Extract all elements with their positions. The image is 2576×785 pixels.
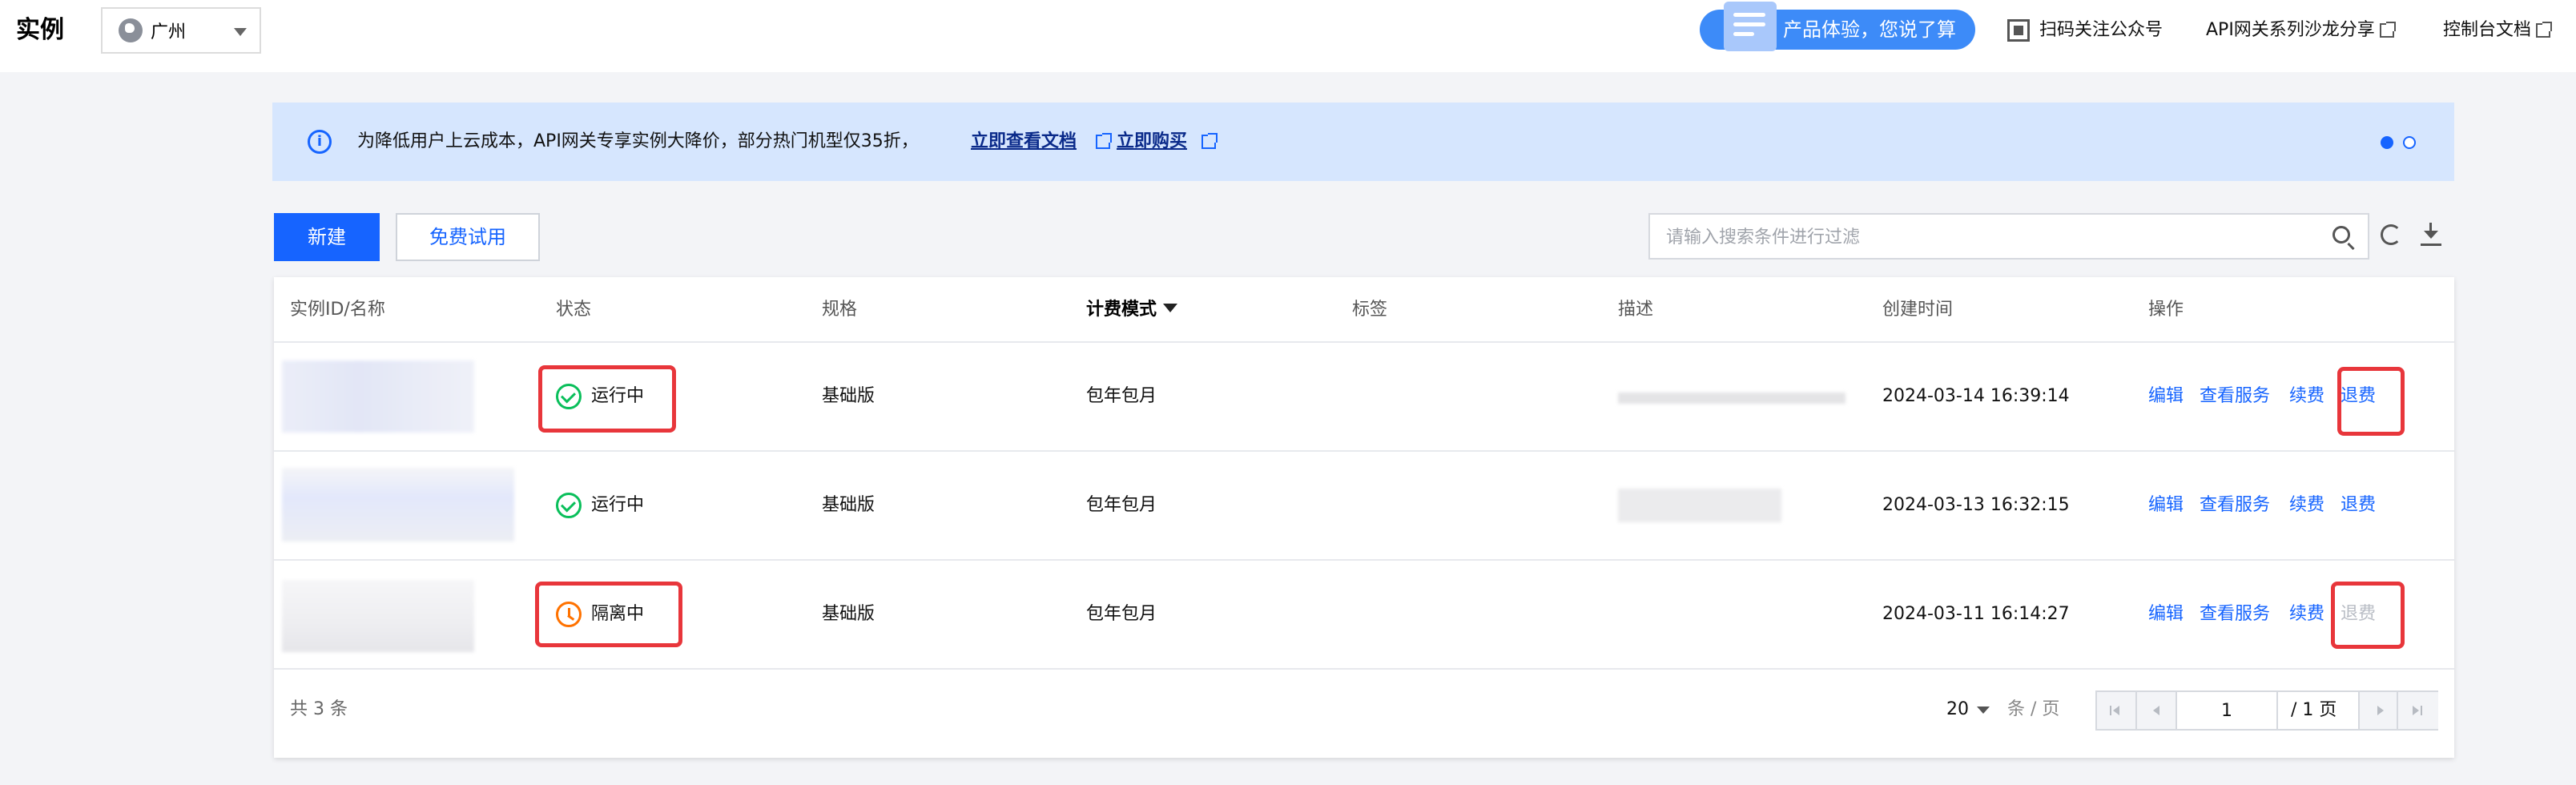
- external-link-icon: [1096, 133, 1112, 149]
- status-label: 运行中: [591, 495, 645, 515]
- salon-share-label: API网关系列沙龙分享: [2206, 20, 2375, 40]
- globe-icon: [119, 18, 143, 42]
- page-size-value: 20: [1946, 699, 1969, 719]
- redacted-description: [1618, 392, 1845, 404]
- chevron-down-icon: [234, 28, 247, 36]
- search-box: [1648, 213, 2369, 260]
- follow-wechat-link[interactable]: 扫码关注公众号: [2007, 16, 2163, 45]
- spec-cell: 基础版: [822, 386, 875, 406]
- edit-link[interactable]: 编辑: [2148, 561, 2184, 668]
- refresh-icon[interactable]: [2381, 224, 2401, 245]
- external-link-icon: [2536, 22, 2553, 38]
- view-service-link[interactable]: 查看服务: [2200, 452, 2270, 559]
- buy-now-link[interactable]: 立即购买: [1117, 103, 1187, 181]
- status-cell: 运行中: [556, 452, 644, 559]
- highlight-box: [538, 365, 676, 433]
- billing-cell: 包年包月: [1086, 495, 1157, 515]
- column-header-billing-label: 计费模式: [1086, 300, 1157, 320]
- table-row: 运行中 基础版 包年包月 2024-03-13 16:32:15 编辑 查看服务…: [274, 452, 2454, 559]
- highlight-box: [535, 582, 682, 647]
- renew-link[interactable]: 续费: [2289, 561, 2324, 668]
- carousel-dot[interactable]: [2403, 136, 2416, 149]
- highlight-box: [2331, 582, 2405, 649]
- filter-icon[interactable]: [1163, 303, 1178, 312]
- info-icon: i: [308, 130, 332, 154]
- qrcode-icon: [2007, 19, 2030, 42]
- refund-link[interactable]: 退费: [2341, 452, 2376, 559]
- document-icon: [1724, 2, 1777, 51]
- total-pages: / 1 页: [2291, 700, 2337, 720]
- feedback-button-label: 产品体验，您说了算: [1783, 18, 1956, 41]
- renew-link[interactable]: 续费: [2289, 452, 2324, 559]
- banner-text: 为降低用户上云成本，API网关专享实例大降价，部分热门机型仅35折，: [357, 131, 919, 151]
- search-input[interactable]: [1666, 223, 2291, 252]
- page-size-select[interactable]: 20: [1946, 670, 1990, 750]
- console-docs-label: 控制台文档: [2443, 20, 2532, 40]
- created-cell: 2024-03-14 16:39:14: [1882, 386, 2070, 406]
- per-page-label: 条 / 页: [2007, 699, 2060, 719]
- redacted-instance-id: [282, 580, 474, 652]
- next-page-button[interactable]: [2358, 692, 2398, 729]
- redacted-description: [1618, 489, 1781, 522]
- column-header-billing[interactable]: 计费模式: [1086, 277, 1178, 343]
- region-select[interactable]: 广州: [101, 7, 261, 54]
- salon-share-link[interactable]: API网关系列沙龙分享: [2206, 16, 2396, 45]
- external-link-icon: [2379, 22, 2396, 38]
- created-cell: 2024-03-13 16:32:15: [1882, 495, 2070, 515]
- table-footer: 共 3 条 20 条 / 页 / 1 页: [274, 670, 2454, 758]
- top-bar: [0, 0, 2576, 72]
- search-icon[interactable]: [2332, 226, 2350, 244]
- instance-table: 实例ID/名称 状态 规格 计费模式 标签 描述 创建时间 操作 运行中 基础版…: [274, 277, 2454, 758]
- prev-page-button[interactable]: [2137, 692, 2177, 729]
- page-title: 实例: [16, 16, 64, 44]
- external-link-icon: [1201, 133, 1218, 149]
- page-number-input[interactable]: [2177, 692, 2278, 729]
- view-docs-link[interactable]: 立即查看文档: [971, 103, 1077, 181]
- billing-cell: 包年包月: [1086, 386, 1157, 406]
- edit-link[interactable]: 编辑: [2148, 343, 2184, 450]
- first-page-button[interactable]: [2097, 692, 2137, 729]
- view-service-link[interactable]: 查看服务: [2200, 343, 2270, 450]
- follow-wechat-label: 扫码关注公众号: [2039, 20, 2163, 40]
- free-trial-button[interactable]: 免费试用: [396, 213, 540, 261]
- last-page-button[interactable]: [2398, 692, 2438, 729]
- spec-cell: 基础版: [822, 604, 875, 624]
- download-icon[interactable]: [2421, 223, 2441, 247]
- spec-cell: 基础版: [822, 495, 875, 515]
- redacted-instance-id: [282, 360, 474, 433]
- carousel-dot-active[interactable]: [2381, 136, 2393, 149]
- console-docs-link[interactable]: 控制台文档: [2443, 16, 2553, 45]
- chevron-down-icon: [1977, 706, 1990, 714]
- edit-link[interactable]: 编辑: [2148, 452, 2184, 559]
- check-circle-icon: [556, 493, 582, 518]
- region-label: 广州: [151, 22, 187, 42]
- column-header-created: 创建时间: [1882, 300, 1954, 320]
- promo-banner: i 为降低用户上云成本，API网关专享实例大降价，部分热门机型仅35折， 立即查…: [272, 103, 2454, 181]
- create-button[interactable]: 新建: [274, 213, 380, 261]
- column-header-id: 实例ID/名称: [290, 300, 385, 320]
- billing-cell: 包年包月: [1086, 604, 1157, 624]
- feedback-button[interactable]: 产品体验，您说了算: [1700, 2, 1975, 51]
- redacted-instance-id: [282, 468, 514, 541]
- column-header-actions: 操作: [2148, 300, 2184, 320]
- column-header-tags: 标签: [1352, 300, 1388, 320]
- pager: / 1 页: [2095, 690, 2438, 731]
- renew-link[interactable]: 续费: [2289, 343, 2324, 450]
- view-service-link[interactable]: 查看服务: [2200, 561, 2270, 668]
- column-header-spec: 规格: [822, 300, 858, 320]
- column-header-description: 描述: [1618, 300, 1654, 320]
- column-header-status: 状态: [556, 300, 592, 320]
- highlight-box: [2337, 367, 2405, 436]
- created-cell: 2024-03-11 16:14:27: [1882, 604, 2070, 624]
- total-count: 共 3 条: [290, 699, 348, 719]
